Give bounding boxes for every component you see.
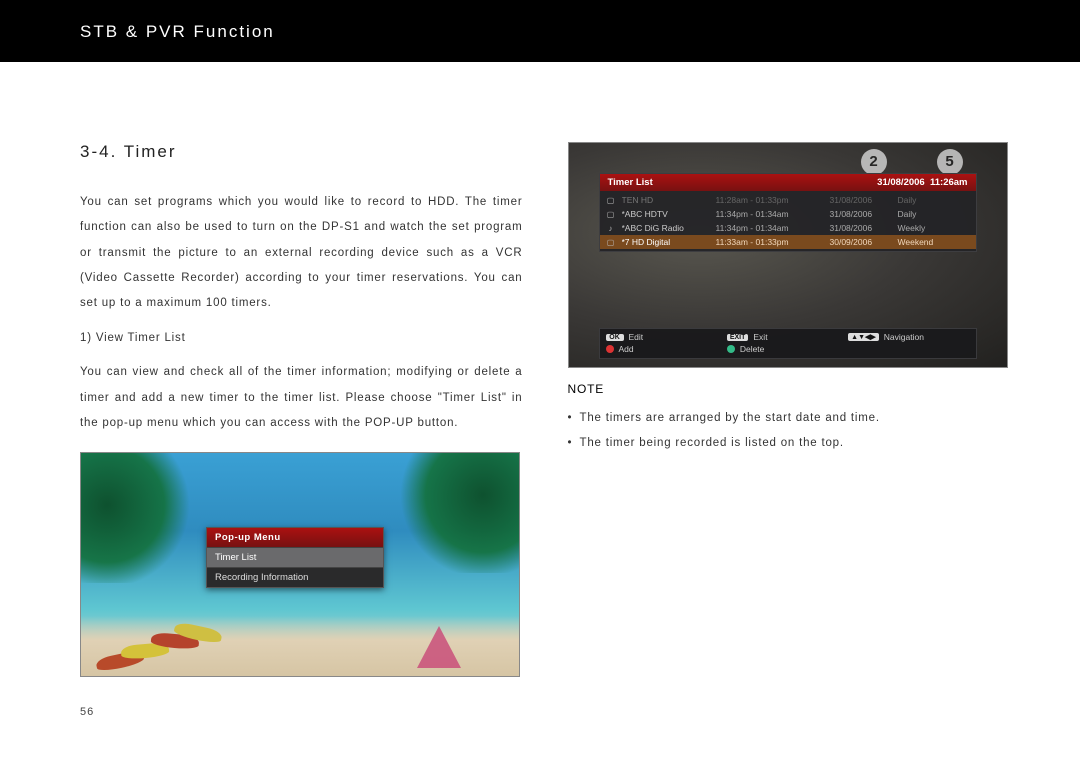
hint-exit: EXIT Exit xyxy=(727,332,848,342)
view-timer-paragraph: You can view and check all of the timer … xyxy=(80,360,523,436)
hint-edit: OK Edit xyxy=(606,332,727,342)
race-number: 2 xyxy=(861,149,887,175)
sail-deco xyxy=(417,626,461,668)
arrows-icon: ▲▼◀▶ xyxy=(848,333,879,341)
timer-row-selected[interactable]: ▢ *7 HD Digital 11:33am - 01:33pm 30/09/… xyxy=(600,235,976,249)
subhead-view-timer-list: 1) View Timer List xyxy=(80,332,523,344)
palm-deco xyxy=(80,453,191,583)
header-title: STB & PVR Function xyxy=(80,22,275,41)
timer-panel: Timer List 31/08/2006 11:26am ▢ TEN HD 1… xyxy=(599,173,977,252)
exit-key: EXIT xyxy=(727,334,749,341)
tv-icon: ▢ xyxy=(606,210,616,219)
red-dot-icon xyxy=(606,345,614,353)
right-column: 2 5 Timer List 31/08/2006 11:26am ▢ TEN … xyxy=(568,142,1011,677)
timer-row[interactable]: ♪ *ABC DiG Radio 11:34pm - 01:34am 31/08… xyxy=(600,221,976,235)
note-bullet: The timer being recorded is listed on th… xyxy=(568,431,1011,456)
page-header: STB & PVR Function xyxy=(0,0,1080,62)
kayaks-deco xyxy=(96,626,216,668)
popup-panel: Pop-up Menu Timer List Recording Informa… xyxy=(206,527,384,588)
green-dot-icon xyxy=(727,345,735,353)
left-column: 3-4. Timer You can set programs which yo… xyxy=(80,142,523,677)
hint-add: Add xyxy=(606,344,727,354)
timer-title: Timer List xyxy=(608,177,653,188)
timer-datetime: 31/08/2006 11:26am xyxy=(877,177,967,188)
timer-rows: ▢ TEN HD 11:28am - 01:33pm 31/08/2006 Da… xyxy=(600,191,976,251)
screenshot-popup-menu: Pop-up Menu Timer List Recording Informa… xyxy=(80,452,520,677)
race-number: 5 xyxy=(937,149,963,175)
timer-header: Timer List 31/08/2006 11:26am xyxy=(600,174,976,191)
ok-key: OK xyxy=(606,334,624,341)
screenshot-timer-list: 2 5 Timer List 31/08/2006 11:26am ▢ TEN … xyxy=(568,142,1008,368)
tv-icon: ▢ xyxy=(606,238,616,247)
popup-item-recording-info[interactable]: Recording Information xyxy=(207,567,383,587)
hint-nav: ▲▼◀▶ Navigation xyxy=(848,332,969,342)
timer-hint-bar: OK Edit EXIT Exit ▲▼◀▶ Navigation Add xyxy=(599,328,977,359)
section-number: 3-4. Timer xyxy=(80,142,523,162)
timer-row[interactable]: ▢ *ABC HDTV 11:34pm - 01:34am 31/08/2006… xyxy=(600,207,976,221)
timer-row[interactable]: ▢ TEN HD 11:28am - 01:33pm 31/08/2006 Da… xyxy=(600,193,976,207)
hint-delete: Delete xyxy=(727,344,848,354)
palm-deco xyxy=(399,452,520,573)
popup-title: Pop-up Menu xyxy=(207,528,383,547)
note-heading: NOTE xyxy=(568,382,1011,396)
tv-icon: ▢ xyxy=(606,196,616,205)
note-bullet: The timers are arranged by the start dat… xyxy=(568,406,1011,431)
popup-item-timer-list[interactable]: Timer List xyxy=(207,547,383,567)
radio-icon: ♪ xyxy=(606,224,616,233)
intro-paragraph: You can set programs which you would lik… xyxy=(80,190,523,316)
page-body: 3-4. Timer You can set programs which yo… xyxy=(0,62,1080,677)
page-number: 56 xyxy=(80,706,94,718)
